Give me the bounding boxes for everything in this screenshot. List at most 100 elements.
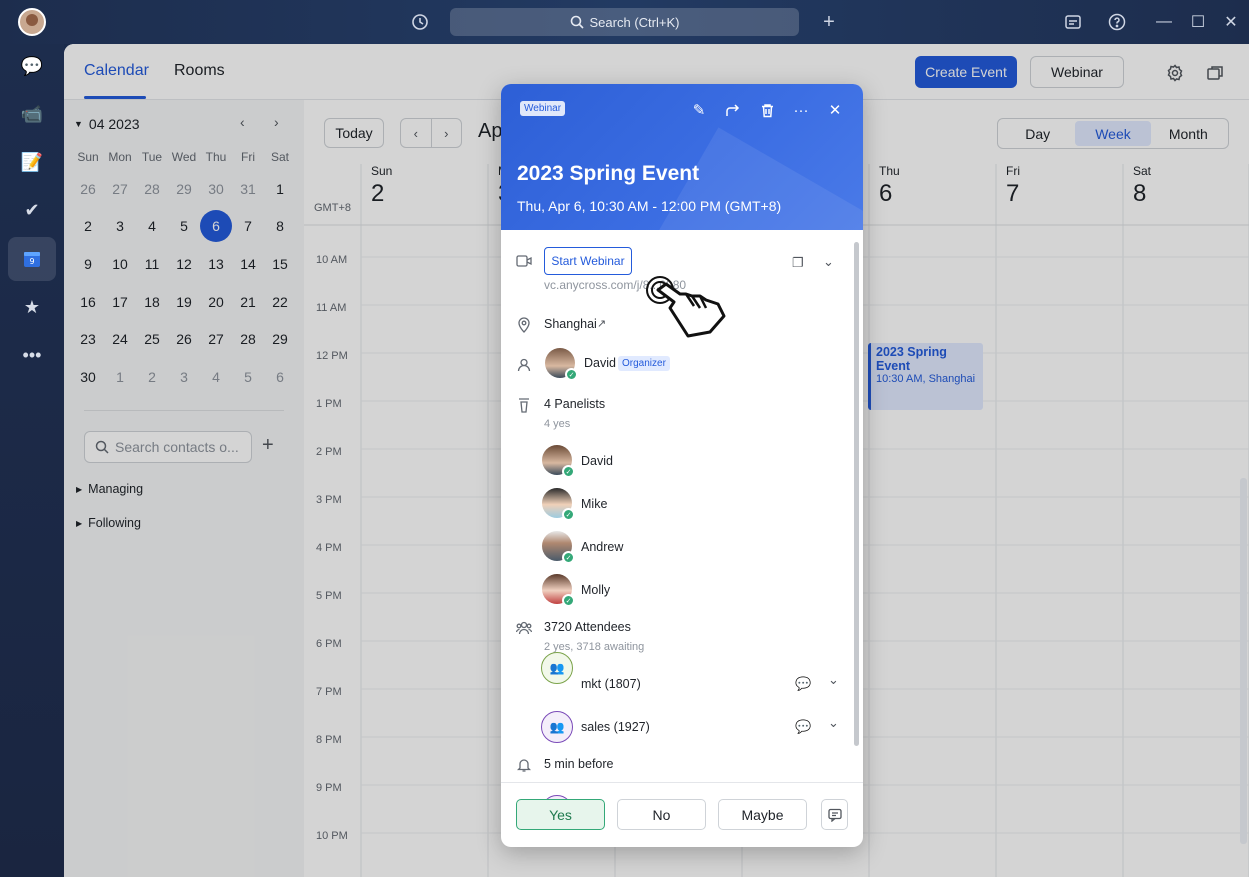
- mini-calendar-day[interactable]: 1: [104, 358, 136, 396]
- mini-calendar-day[interactable]: 26: [168, 320, 200, 358]
- external-link-icon[interactable]: ↗: [597, 317, 606, 330]
- mini-calendar-day[interactable]: 3: [104, 208, 136, 246]
- mini-calendar-day[interactable]: 26: [72, 170, 104, 208]
- event-block[interactable]: 2023 Spring Event 10:30 AM, Shanghai: [868, 343, 983, 410]
- comment-icon[interactable]: [821, 799, 848, 830]
- calendar-icon[interactable]: 9: [8, 237, 56, 281]
- more-options-icon[interactable]: ···: [791, 100, 811, 120]
- rsvp-maybe-button[interactable]: Maybe: [718, 799, 807, 830]
- mini-calendar-month[interactable]: ▼ 04 2023: [74, 116, 140, 132]
- mini-calendar-day[interactable]: 28: [136, 170, 168, 208]
- more-icon[interactable]: •••: [8, 333, 56, 377]
- prev-month-icon[interactable]: ‹: [240, 114, 245, 130]
- mini-calendar-day[interactable]: 23: [72, 320, 104, 358]
- mini-calendar-day[interactable]: 27: [104, 170, 136, 208]
- maximize-icon[interactable]: ☐: [1187, 11, 1209, 33]
- mini-calendar-day[interactable]: 14: [232, 245, 264, 283]
- close-icon[interactable]: ✕: [825, 100, 845, 120]
- mini-calendar-day[interactable]: 16: [72, 283, 104, 321]
- mini-calendar-day[interactable]: 10: [104, 245, 136, 283]
- docs-icon[interactable]: 📝: [8, 140, 56, 184]
- mini-calendar-day[interactable]: 6: [200, 208, 232, 246]
- chevron-down-icon[interactable]: ⌄: [828, 672, 839, 688]
- copy-icon[interactable]: ❐: [792, 255, 804, 271]
- mini-calendar-day[interactable]: 20: [200, 283, 232, 321]
- mini-calendar-day[interactable]: 29: [264, 320, 296, 358]
- mini-calendar-day[interactable]: 21: [232, 283, 264, 321]
- tab-rooms[interactable]: Rooms: [174, 62, 225, 80]
- mini-calendar-day[interactable]: 9: [72, 245, 104, 283]
- chevron-down-icon[interactable]: ⌄: [823, 254, 834, 270]
- day-column-header[interactable]: Sun 2: [371, 164, 392, 208]
- help-icon[interactable]: [1106, 11, 1128, 33]
- mini-calendar-day[interactable]: 4: [200, 358, 232, 396]
- contacts-search-input[interactable]: Search contacts o...: [84, 431, 252, 463]
- minimize-icon[interactable]: —: [1153, 11, 1175, 33]
- new-window-icon[interactable]: [1204, 62, 1226, 84]
- avatar[interactable]: ✓: [545, 348, 578, 381]
- mini-calendar-day[interactable]: 1: [264, 170, 296, 208]
- mini-calendar-day[interactable]: 5: [232, 358, 264, 396]
- start-webinar-button[interactable]: Start Webinar: [544, 247, 632, 275]
- mini-calendar-day[interactable]: 29: [168, 170, 200, 208]
- mini-calendar-day[interactable]: 24: [104, 320, 136, 358]
- video-icon[interactable]: 📹: [8, 92, 56, 136]
- next-month-icon[interactable]: ›: [274, 114, 279, 130]
- mini-calendar-day[interactable]: 15: [264, 245, 296, 283]
- mini-calendar-day[interactable]: 11: [136, 245, 168, 283]
- webinar-button[interactable]: Webinar: [1030, 56, 1124, 88]
- mini-calendar-day[interactable]: 3: [168, 358, 200, 396]
- close-window-icon[interactable]: ✕: [1220, 11, 1242, 33]
- calendar-settings-icon[interactable]: [1062, 11, 1084, 33]
- attendee-group-name[interactable]: mkt (1807): [581, 677, 641, 691]
- mini-calendar-day[interactable]: 13: [200, 245, 232, 283]
- day-column-header[interactable]: Sat 8: [1133, 164, 1151, 208]
- mini-calendar-day[interactable]: 12: [168, 245, 200, 283]
- mini-calendar-day[interactable]: 2: [72, 208, 104, 246]
- week-scrollbar[interactable]: [1240, 478, 1247, 844]
- day-column-header[interactable]: Fri 7: [1006, 164, 1020, 208]
- mini-calendar-day[interactable]: 28: [232, 320, 264, 358]
- group-following[interactable]: ▶ Following: [76, 516, 141, 530]
- attendee-group-name[interactable]: sales (1927): [581, 720, 650, 734]
- mini-calendar-day[interactable]: 31: [232, 170, 264, 208]
- mini-calendar-day[interactable]: 8: [264, 208, 296, 246]
- rsvp-no-button[interactable]: No: [617, 799, 706, 830]
- global-search[interactable]: Search (Ctrl+K): [450, 8, 799, 36]
- edit-icon[interactable]: ✎: [689, 100, 709, 120]
- mini-calendar-day[interactable]: 30: [200, 170, 232, 208]
- group-managing[interactable]: ▶ Managing: [76, 482, 143, 496]
- favorites-icon[interactable]: ★: [8, 285, 56, 329]
- mini-calendar-day[interactable]: 18: [136, 283, 168, 321]
- chat-icon[interactable]: 💬: [795, 719, 811, 735]
- mini-calendar-day[interactable]: 30: [72, 358, 104, 396]
- day-column-header[interactable]: Thu 6: [879, 164, 900, 208]
- mini-calendar-day[interactable]: 4: [136, 208, 168, 246]
- user-avatar[interactable]: [18, 8, 46, 36]
- mini-calendar-day[interactable]: 25: [136, 320, 168, 358]
- mini-calendar-day[interactable]: 7: [232, 208, 264, 246]
- tasks-icon[interactable]: ✔: [8, 188, 56, 232]
- avatar[interactable]: ✓: [542, 531, 575, 564]
- card-scrollbar[interactable]: [854, 242, 859, 746]
- tab-calendar[interactable]: Calendar: [84, 62, 149, 80]
- chevron-down-icon[interactable]: ⌄: [828, 715, 839, 731]
- avatar[interactable]: ✓: [542, 488, 575, 521]
- chat-icon[interactable]: 💬: [795, 676, 811, 692]
- add-icon[interactable]: +: [818, 11, 840, 33]
- mini-calendar-day[interactable]: 27: [200, 320, 232, 358]
- share-icon[interactable]: [723, 100, 743, 120]
- mini-calendar-day[interactable]: 6: [264, 358, 296, 396]
- rsvp-yes-button[interactable]: Yes: [516, 799, 605, 830]
- avatar[interactable]: ✓: [542, 445, 575, 478]
- avatar[interactable]: ✓: [542, 574, 575, 607]
- history-icon[interactable]: [409, 11, 431, 33]
- location-text[interactable]: Shanghai: [544, 317, 597, 331]
- settings-icon[interactable]: [1164, 62, 1186, 84]
- delete-icon[interactable]: [757, 100, 777, 120]
- mini-calendar-day[interactable]: 19: [168, 283, 200, 321]
- add-calendar-icon[interactable]: +: [262, 434, 274, 457]
- mini-calendar-day[interactable]: 22: [264, 283, 296, 321]
- mini-calendar-day[interactable]: 2: [136, 358, 168, 396]
- mini-calendar-day[interactable]: 5: [168, 208, 200, 246]
